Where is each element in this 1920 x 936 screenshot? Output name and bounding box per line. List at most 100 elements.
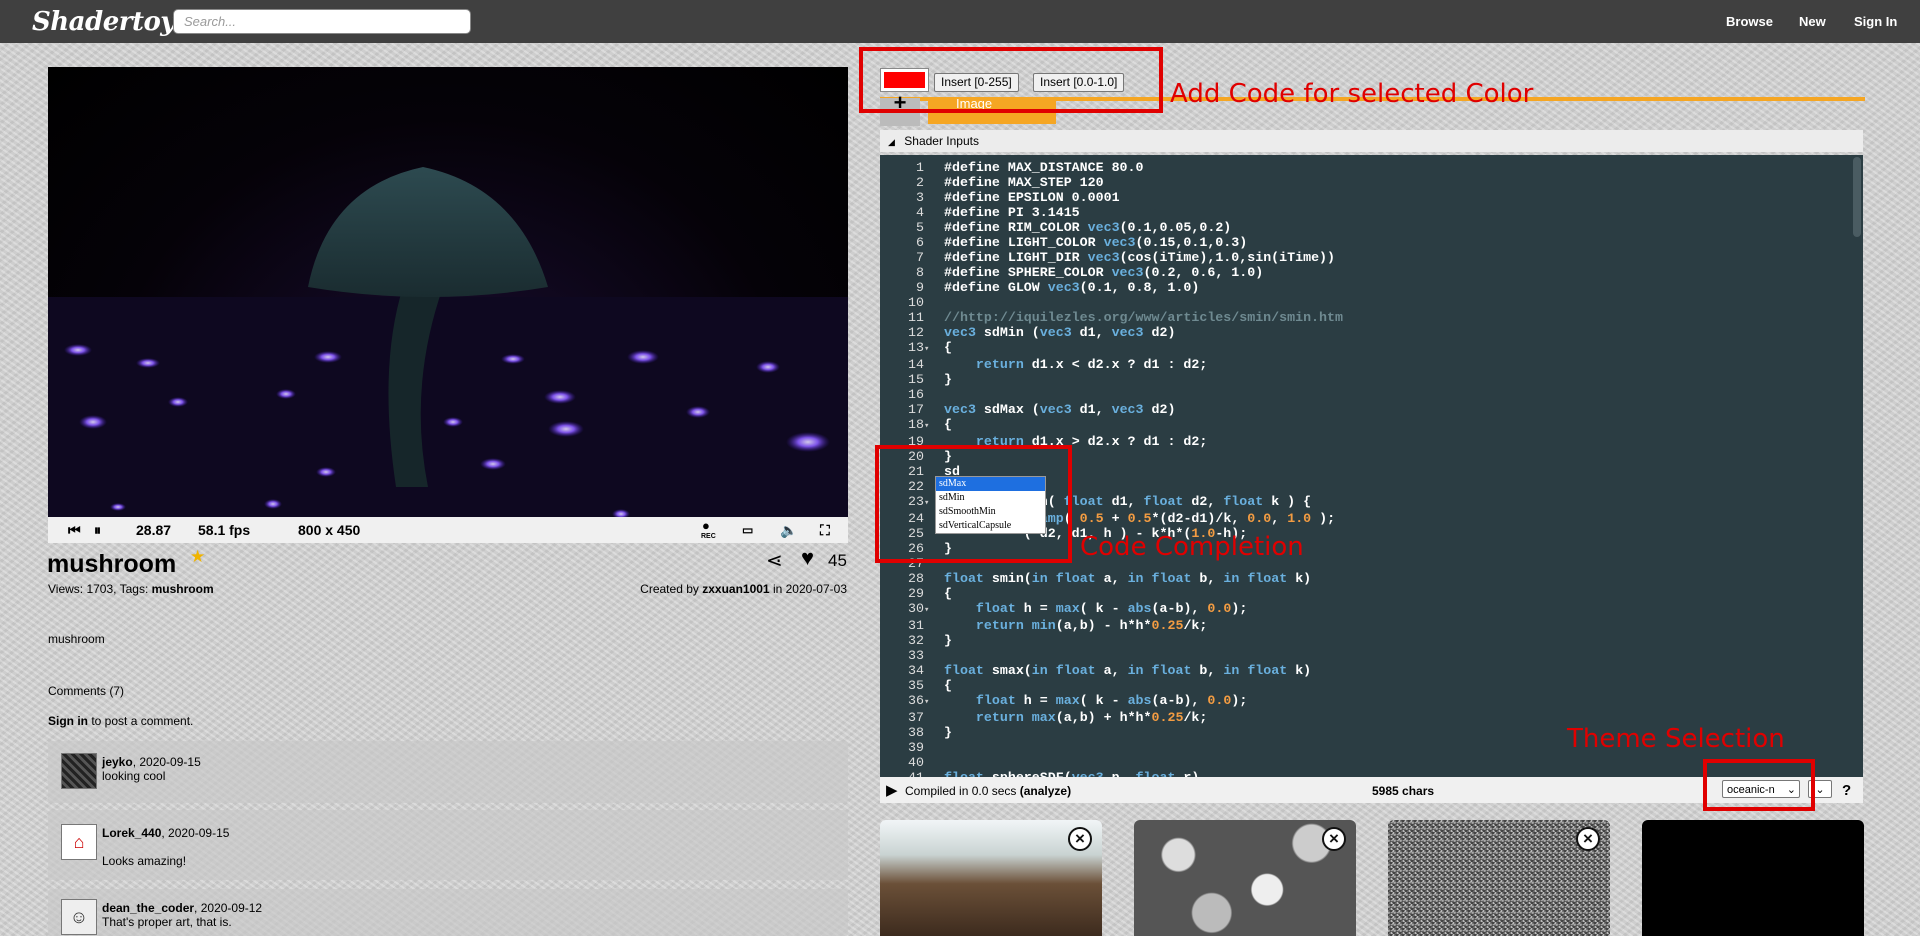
code-line[interactable]: 38} xyxy=(880,725,1343,740)
author-link[interactable]: zxxuan1001 xyxy=(702,582,769,596)
comment-user[interactable]: Lorek_440 xyxy=(102,826,161,840)
code-line[interactable]: 31 return min(a,b) - h*h*0.25/k; xyxy=(880,618,1343,633)
code-line[interactable]: 16 xyxy=(880,387,1343,402)
comment-user[interactable]: jeyko xyxy=(102,755,133,769)
code-line[interactable]: 29 { xyxy=(880,586,1343,601)
code-line[interactable]: 7 #define LIGHT_DIR vec3(cos(iTime),1.0,s… xyxy=(880,250,1343,265)
code-line[interactable]: 13▾ { xyxy=(880,340,1343,357)
line-number: 33 xyxy=(908,648,924,663)
channel-3[interactable] xyxy=(1642,820,1864,936)
compile-text: Compiled in 0.0 secs xyxy=(905,784,1020,798)
play-icon[interactable]: ▶ xyxy=(886,781,898,799)
line-text: float smin(in float a, in float b, in fl… xyxy=(944,571,1312,586)
line-text: #define EPSILON 0.0001 xyxy=(944,190,1120,205)
share-icon[interactable]: ⋖ xyxy=(766,548,783,573)
line-number: 41 xyxy=(880,770,924,777)
views-tags-label: Views: 1703, Tags: xyxy=(48,582,152,596)
char-count: 5985 chars xyxy=(1372,784,1435,798)
close-icon[interactable]: × xyxy=(1068,827,1092,851)
rewind-icon[interactable]: ⏮ xyxy=(68,517,81,543)
editor-scrollbar[interactable] xyxy=(1853,157,1861,237)
code-line[interactable]: 2 #define MAX_STEP 120 xyxy=(880,175,1343,190)
code-line[interactable]: 9 #define GLOW vec3(0.1, 0.8, 1.0) xyxy=(880,280,1343,295)
code-line[interactable]: 5 #define RIM_COLOR vec3(0.1,0.05,0.2) xyxy=(880,220,1343,235)
signin-suffix: to post a comment. xyxy=(88,714,194,728)
nav-sign-in[interactable]: Sign In xyxy=(1854,14,1897,29)
code-line[interactable]: 14 return d1.x < d2.x ? d1 : d2; xyxy=(880,357,1343,372)
line-number: 2 xyxy=(916,175,924,190)
star-icon[interactable]: ★ xyxy=(190,547,205,567)
comment-text: That's proper art, that is. xyxy=(102,915,232,929)
code-line[interactable]: 6 #define LIGHT_COLOR vec3(0.15,0.1,0.3) xyxy=(880,235,1343,250)
code-line[interactable]: 11 //http://iquilezles.org/www/articles/s… xyxy=(880,310,1343,325)
channel-0[interactable]: × xyxy=(880,820,1102,936)
code-line[interactable]: 18▾ { xyxy=(880,417,1343,434)
tag-link[interactable]: mushroom xyxy=(152,582,214,596)
nav-browse[interactable]: Browse xyxy=(1726,14,1773,29)
line-text: { xyxy=(944,678,952,693)
player-controls: ⏮ ⏸ 28.87 58.1 fps 800 x 450 ● REC ▭ 🔈 ⛶ xyxy=(48,517,848,543)
code-line[interactable]: 36▾ float h = max( k - abs(a-b), 0.0); xyxy=(880,693,1343,710)
avatar[interactable] xyxy=(61,753,97,789)
line-text xyxy=(932,755,944,770)
code-line[interactable]: 39 xyxy=(880,740,1343,755)
line-text: { xyxy=(944,340,952,355)
annotation-box-theme xyxy=(1703,759,1815,811)
code-line[interactable]: 1 #define MAX_DISTANCE 80.0 xyxy=(880,160,1343,175)
channel-2[interactable]: × xyxy=(1388,820,1610,936)
code-line[interactable]: 10 xyxy=(880,295,1343,310)
line-number: 34 xyxy=(908,663,924,678)
shader-title: mushroom xyxy=(47,550,177,578)
code-line[interactable]: 33 xyxy=(880,648,1343,663)
code-line[interactable]: 30▾ float h = max( k - abs(a-b), 0.0); xyxy=(880,601,1343,618)
line-number: 36 xyxy=(908,693,924,708)
code-line[interactable]: 40 xyxy=(880,755,1343,770)
record-label: REC xyxy=(701,533,716,540)
line-text: return min(a,b) - h*h*0.25/k; xyxy=(975,618,1208,633)
code-line[interactable]: 34 float smax(in float a, in float b, in … xyxy=(880,663,1343,678)
code-line[interactable]: 8 #define SPHERE_COLOR vec3(0.2, 0.6, 1.0… xyxy=(880,265,1343,280)
line-text xyxy=(932,648,944,663)
comment-item: ⌂ Lorek_440, 2020-09-15 Looks amazing! xyxy=(48,810,848,880)
comment-text: looking cool xyxy=(102,769,166,783)
close-icon[interactable]: × xyxy=(1322,827,1346,851)
fold-icon[interactable]: ▾ xyxy=(924,419,932,434)
shader-inputs-bar[interactable]: ◢ Shader Inputs xyxy=(880,130,1863,152)
line-text: #define LIGHT_COLOR vec3(0.15,0.1,0.3) xyxy=(944,235,1248,250)
fullscreen-icon[interactable]: ⛶ xyxy=(820,517,830,543)
vr-icon[interactable]: ▭ xyxy=(742,517,753,543)
volume-icon[interactable]: 🔈 xyxy=(780,517,797,543)
code-line[interactable]: 17 vec3 sdMax (vec3 d1, vec3 d2) xyxy=(880,402,1343,417)
avatar[interactable]: ⌂ xyxy=(61,824,97,860)
line-number: 1 xyxy=(916,160,924,175)
avatar[interactable]: ☺ xyxy=(61,899,97,935)
code-line[interactable]: 15} xyxy=(880,372,1343,387)
analyze-link[interactable]: (analyze) xyxy=(1020,784,1071,798)
code-line[interactable]: 28 float smin(in float a, in float b, in … xyxy=(880,571,1343,586)
code-line[interactable]: 37 return max(a,b) + h*h*0.25/k; xyxy=(880,710,1343,725)
search-input[interactable] xyxy=(173,9,471,34)
close-icon[interactable]: × xyxy=(1576,827,1600,851)
heart-icon[interactable]: ♥ xyxy=(801,545,814,571)
pause-icon[interactable]: ⏸ xyxy=(94,517,101,543)
comment-user[interactable]: dean_the_coder xyxy=(102,901,194,915)
channel-1[interactable]: × xyxy=(1134,820,1356,936)
shader-canvas[interactable] xyxy=(48,67,848,517)
fold-icon[interactable]: ▾ xyxy=(924,342,932,357)
code-line[interactable]: 12 vec3 sdMin (vec3 d1, vec3 d2) xyxy=(880,325,1343,340)
fold-icon[interactable]: ▾ xyxy=(924,603,932,618)
code-line[interactable]: 4 #define PI 3.1415 xyxy=(880,205,1343,220)
nav-new[interactable]: New xyxy=(1799,14,1826,29)
line-number: 40 xyxy=(908,755,924,770)
code-line[interactable]: 35 { xyxy=(880,678,1343,693)
code-line[interactable]: 41 float sphereSDF(vec3 p, float r) xyxy=(880,770,1343,777)
signin-link[interactable]: Sign in xyxy=(48,714,88,728)
line-number: 7 xyxy=(916,250,924,265)
fold-icon[interactable]: ▾ xyxy=(924,695,932,710)
logo[interactable]: Shadertoy xyxy=(32,7,175,37)
code-line[interactable]: 32} xyxy=(880,633,1343,648)
line-number: 6 xyxy=(916,235,924,250)
help-button[interactable]: ? xyxy=(1842,782,1851,799)
line-text xyxy=(932,740,944,755)
code-line[interactable]: 3 #define EPSILON 0.0001 xyxy=(880,190,1343,205)
